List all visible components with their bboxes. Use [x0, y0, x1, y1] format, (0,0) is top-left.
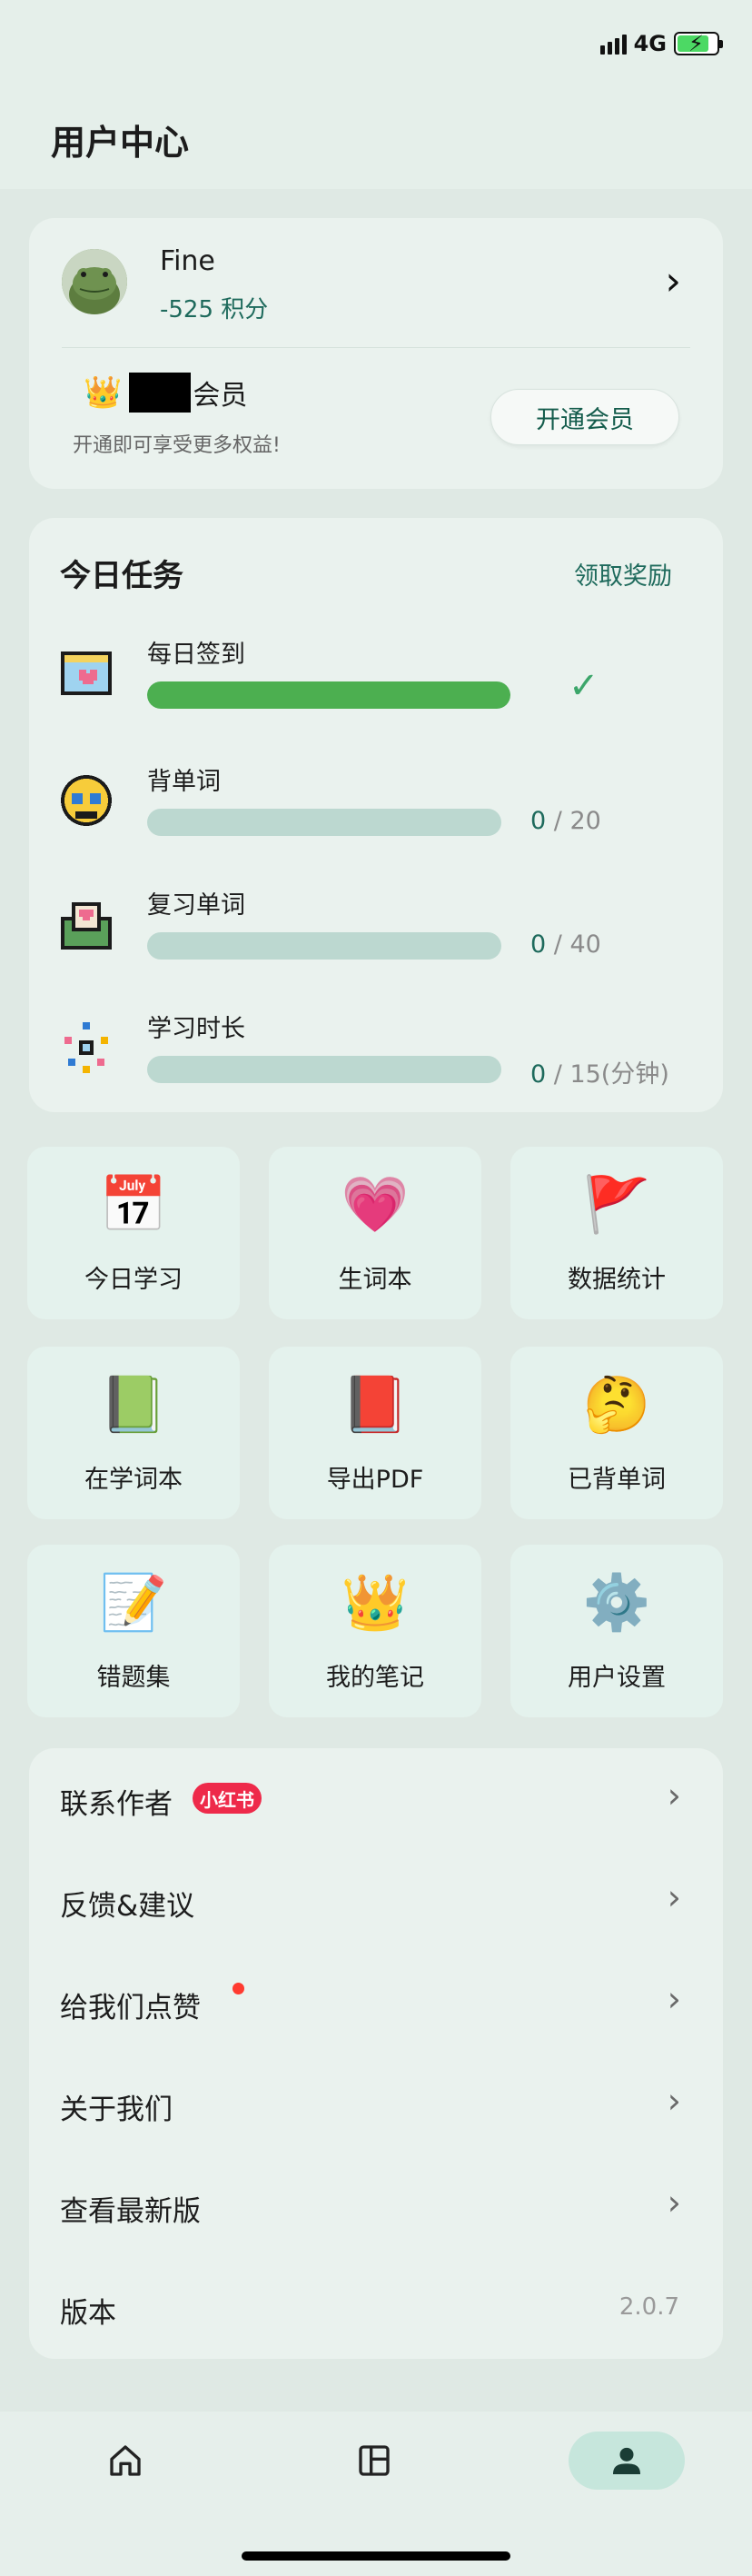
menu-label: 关于我们 [60, 2094, 173, 2126]
menu-label: 版本 [60, 2297, 116, 2330]
task-progress: 0 / 20 [530, 807, 601, 835]
flag-icon: 🚩 [582, 1173, 651, 1237]
redacted-block [129, 373, 192, 413]
tasks-title: 今日任务 [60, 558, 183, 594]
tile-user-settings[interactable]: ⚙️ 用户设置 [510, 1545, 723, 1717]
nav-layout[interactable] [345, 2432, 403, 2490]
menu-label: 反馈&建议 [60, 1890, 195, 1923]
task-progress: 0 / 15(分钟) [530, 1060, 669, 1089]
tile-memorized-words[interactable]: 🤔 已背单词 [510, 1347, 723, 1519]
heart-icon: 💗 [341, 1173, 410, 1237]
tile-label: 生词本 [338, 1266, 412, 1294]
task-memorize-words: 背单词 0 / 20 [29, 751, 723, 860]
menu-label: 查看最新版 [60, 2195, 201, 2228]
home-indicator [242, 2551, 510, 2561]
menu-item-latest-version[interactable]: 查看最新版 › [29, 2155, 723, 2257]
pink-book-icon: 📕 [341, 1373, 410, 1437]
chevron-right-icon: › [667, 1775, 681, 1815]
nav-home[interactable] [96, 2432, 154, 2490]
tile-my-notes[interactable]: 👑 我的笔记 [269, 1545, 481, 1717]
status-bar: 4G ⚡ [0, 0, 752, 91]
task-name: 每日签到 [147, 641, 245, 669]
page-title: 用户中心 [51, 123, 190, 163]
menu-item-about-us[interactable]: 关于我们 › [29, 2054, 723, 2155]
xiaohongshu-badge: 小红书 [193, 1783, 262, 1814]
menu-item-feedback[interactable]: 反馈&建议 › [29, 1850, 723, 1952]
progress-bar [147, 932, 501, 960]
tile-export-pdf[interactable]: 📕 导出PDF [269, 1347, 481, 1519]
menu-label: 联系作者 [60, 1788, 173, 1821]
crown-icon: 👑 [84, 374, 123, 411]
nav-user[interactable] [569, 2432, 685, 2490]
task-name: 学习时长 [147, 1015, 245, 1043]
tile-statistics[interactable]: 🚩 数据统计 [510, 1147, 723, 1319]
thinking-face-icon: 🤔 [582, 1373, 651, 1437]
sparkles-icon [56, 1018, 116, 1078]
tile-label: 导出PDF [326, 1466, 424, 1494]
gear-icon: ⚙️ [582, 1571, 651, 1635]
open-membership-button[interactable]: 开通会员 [490, 389, 679, 445]
progress-bar [147, 1056, 501, 1083]
task-progress: 0 / 40 [530, 930, 601, 959]
claim-rewards-link[interactable]: 领取奖励 [574, 556, 672, 592]
tile-mistakes[interactable]: 📝 错题集 [27, 1545, 240, 1717]
task-name: 背单词 [147, 768, 221, 796]
calendar-heart-icon [56, 643, 116, 703]
check-icon: ✓ [569, 665, 599, 707]
chevron-right-icon: › [667, 2183, 681, 2223]
task-study-time: 学习时长 0 / 15(分钟) [29, 998, 723, 1107]
progress-fill [147, 681, 510, 709]
task-name: 复习单词 [147, 891, 245, 920]
menu-item-contact-author[interactable]: 联系作者 小红书 › [29, 1748, 723, 1850]
chevron-right-icon: › [667, 1979, 681, 2019]
menu-item-rate-us[interactable]: 给我们点赞 › [29, 1952, 723, 2054]
tile-label: 已背单词 [568, 1466, 666, 1494]
settings-menu: 联系作者 小红书 › 反馈&建议 › 给我们点赞 › 关于我们 › 查看最新版 … [29, 1748, 723, 2359]
progress-bar [147, 809, 501, 836]
username: Fine [160, 245, 215, 277]
progress-bar [147, 681, 510, 709]
crown-icon: 👑 [341, 1571, 410, 1635]
tile-vocabulary-book[interactable]: 💗 生词本 [269, 1147, 481, 1319]
paper-pencil-icon: 📝 [99, 1571, 168, 1635]
layout-icon [359, 2445, 390, 2476]
tile-label: 用户设置 [568, 1664, 666, 1692]
notification-dot [233, 1983, 244, 1994]
version-value: 2.0.7 [618, 2293, 679, 2321]
profile-card[interactable]: Fine -525 积分 › 👑 会员 开通即可享受更多权益! 开通会员 [29, 218, 723, 489]
network-type: 4G [633, 31, 667, 56]
tile-current-book[interactable]: 📗 在学词本 [27, 1347, 240, 1519]
tasks-card: 今日任务 领取奖励 每日签到 ✓ 背单词 0 / 20 复习单词 0 / 40 … [29, 518, 723, 1112]
member-description: 开通即可享受更多权益! [73, 434, 281, 457]
member-label: 会员 [193, 380, 248, 412]
home-icon [110, 2445, 141, 2476]
tile-label: 在学词本 [84, 1466, 183, 1494]
tile-label: 错题集 [96, 1664, 171, 1692]
task-daily-checkin: 每日签到 ✓ [29, 623, 723, 732]
signal-icon [599, 33, 627, 55]
tile-label: 我的笔记 [326, 1664, 424, 1692]
chevron-right-icon: › [667, 2081, 681, 2121]
tile-label: 数据统计 [568, 1266, 666, 1294]
chevron-right-icon[interactable]: › [665, 262, 681, 302]
menu-item-version: 版本 2.0.7 [29, 2257, 723, 2359]
menu-label: 给我们点赞 [60, 1992, 201, 2024]
tile-today-study[interactable]: 📅 今日学习 [27, 1147, 240, 1319]
envelope-heart-icon [56, 894, 116, 954]
avatar[interactable] [62, 249, 127, 314]
user-icon [613, 2447, 640, 2474]
green-book-icon: 📗 [99, 1373, 168, 1437]
tile-label: 今日学习 [84, 1266, 183, 1294]
points-value: -525 积分 [160, 296, 269, 323]
divider [62, 347, 690, 348]
star-eyes-face-icon [56, 771, 116, 830]
calendar-icon: 📅 [99, 1173, 168, 1237]
battery-icon: ⚡ [674, 32, 723, 55]
chevron-right-icon: › [667, 1877, 681, 1917]
task-review-words: 复习单词 0 / 40 [29, 874, 723, 983]
